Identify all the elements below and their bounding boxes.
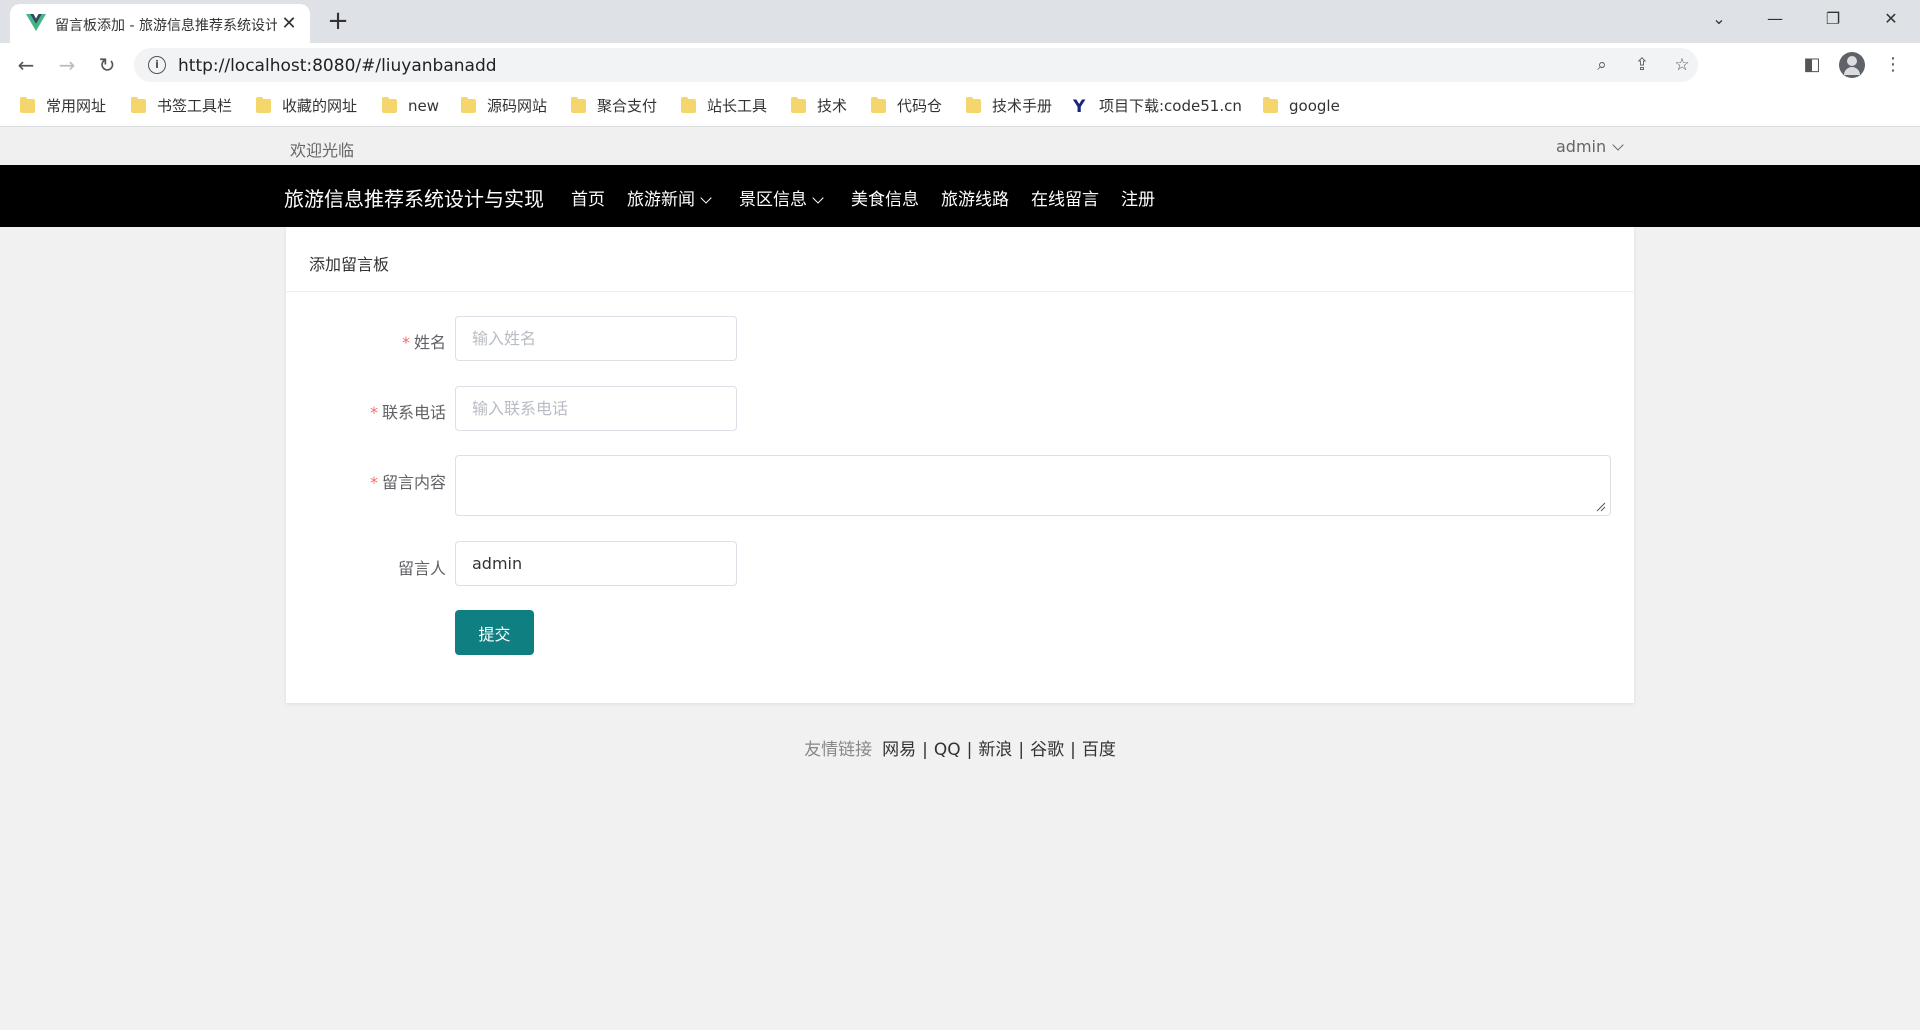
footer-separator: | (922, 740, 928, 760)
nav-item-scenic-info[interactable]: 景区信息 (739, 185, 824, 210)
address-url[interactable]: http://localhost:8080/#/liuyanbanadd (178, 56, 497, 76)
nav-item-label: 景区信息 (739, 190, 807, 210)
user-dropdown[interactable]: admin (1556, 137, 1624, 156)
tab-close-icon[interactable]: ✕ (278, 13, 300, 35)
required-mark: * (369, 403, 378, 422)
folder-icon (20, 97, 35, 113)
username-label: admin (1556, 137, 1607, 156)
nav-item-label: 旅游新闻 (627, 190, 695, 210)
card-header: 添加留言板 (286, 227, 1634, 292)
resize-handle-icon[interactable] (1596, 502, 1606, 512)
minimize-icon[interactable]: — (1755, 4, 1795, 34)
browser-tab[interactable]: 留言板添加 - 旅游信息推荐系统设计与实现 ✕ (10, 4, 310, 43)
nav-item-online-message[interactable]: 在线留言 (1031, 185, 1099, 210)
new-tab-icon[interactable]: + (324, 8, 352, 36)
tab-search-icon[interactable]: ⌄ (1699, 4, 1739, 34)
nav-item-food-info[interactable]: 美食信息 (851, 185, 919, 210)
profile-avatar-icon[interactable] (1839, 52, 1865, 78)
chevron-down-icon (700, 192, 712, 204)
footer-link-baidu[interactable]: 百度 (1082, 740, 1116, 760)
nav-item-label: 首页 (571, 190, 605, 210)
address-bar[interactable]: i http://localhost:8080/#/liuyanbanadd ⌕… (134, 48, 1698, 82)
folder-icon (1263, 97, 1278, 113)
footer-link-netease[interactable]: 网易 (882, 740, 916, 760)
zoom-icon[interactable]: ⌕ (1590, 53, 1614, 77)
nav-item-register[interactable]: 注册 (1121, 185, 1155, 210)
site-topbar: 欢迎光临 admin (0, 128, 1920, 165)
nav-item-travel-routes[interactable]: 旅游线路 (941, 185, 1009, 210)
nav-item-label: 在线留言 (1031, 190, 1099, 210)
submit-button[interactable]: 提交 (455, 610, 534, 655)
restore-icon[interactable]: ❐ (1813, 4, 1853, 34)
footer-separator: | (1018, 740, 1025, 760)
tab-title: 留言板添加 - 旅游信息推荐系统设计与实现 (55, 18, 277, 34)
page-title: 添加留言板 (309, 255, 390, 274)
author-label: 留言人 (397, 559, 446, 578)
site-logo-icon: Y (1073, 97, 1086, 117)
close-window-icon[interactable]: ✕ (1871, 4, 1911, 34)
browser-toolbar: ← → ↻ i http://localhost:8080/#/liuyanba… (0, 43, 1920, 86)
folder-icon (966, 97, 981, 113)
folder-icon (571, 97, 586, 113)
nav-item-travel-news[interactable]: 旅游新闻 (627, 185, 712, 210)
site-brand[interactable]: 旅游信息推荐系统设计与实现 (284, 183, 544, 212)
footer-link-sina[interactable]: 新浪 (978, 740, 1012, 760)
browser-menu-icon[interactable]: ⋮ (1880, 52, 1906, 78)
author-input[interactable] (455, 541, 737, 586)
forward-icon[interactable]: → (53, 51, 81, 79)
footer-separator: | (1070, 740, 1076, 760)
bookmarks-bar: 常用网址 书签工具栏 收藏的网址 new 源码网站 聚合支付 站长工具 技术 代… (0, 86, 1920, 127)
phone-label: * 联系电话 (369, 403, 446, 422)
folder-icon (256, 97, 271, 113)
required-mark: * (401, 333, 410, 352)
friend-links-footer: 友情链接 网易 | QQ | 新浪 | 谷歌 | 百度 (0, 735, 1920, 760)
site-info-icon[interactable]: i (148, 56, 166, 74)
footer-link-qq[interactable]: QQ (934, 740, 961, 760)
side-panel-icon[interactable]: ◧ (1799, 52, 1825, 78)
folder-icon (791, 97, 806, 113)
message-form-card: 添加留言板 *姓名 *联系电话 *留言内容 留言人 提交 (286, 227, 1634, 703)
folder-icon (681, 97, 696, 113)
name-label: * 姓名 (401, 333, 446, 352)
nav-item-label: 旅游线路 (941, 190, 1009, 210)
reload-icon[interactable]: ↻ (93, 51, 121, 79)
main-navbar: 旅游信息推荐系统设计与实现 首页 旅游新闻 景区信息 美食信息 旅游线路 在线留… (0, 165, 1920, 227)
nav-item-label: 注册 (1121, 190, 1155, 210)
nav-item-label: 美食信息 (851, 190, 919, 210)
content-label: * 留言内容 (369, 473, 446, 492)
folder-icon (871, 97, 886, 113)
phone-input[interactable] (455, 386, 737, 431)
welcome-text: 欢迎光临 (290, 141, 355, 160)
footer-link-google[interactable]: 谷歌 (1030, 740, 1064, 760)
browser-tabstrip: 留言板添加 - 旅游信息推荐系统设计与实现 ✕ + ⌄ — ❐ ✕ (0, 0, 1920, 43)
folder-icon (382, 97, 397, 113)
folder-icon (461, 97, 476, 113)
friend-links-label: 友情链接 (804, 740, 873, 760)
back-icon[interactable]: ← (12, 51, 40, 79)
chevron-down-icon (1612, 139, 1624, 151)
folder-icon (131, 97, 146, 113)
nav-item-home[interactable]: 首页 (571, 185, 605, 210)
content-textarea[interactable] (455, 455, 1611, 516)
vue-logo-icon (26, 14, 46, 31)
name-input[interactable] (455, 316, 737, 361)
share-icon[interactable]: ⇪ (1630, 53, 1654, 77)
required-mark: * (369, 473, 378, 492)
footer-separator: | (966, 740, 973, 760)
chevron-down-icon (812, 192, 824, 204)
bookmark-star-icon[interactable]: ☆ (1670, 53, 1694, 77)
